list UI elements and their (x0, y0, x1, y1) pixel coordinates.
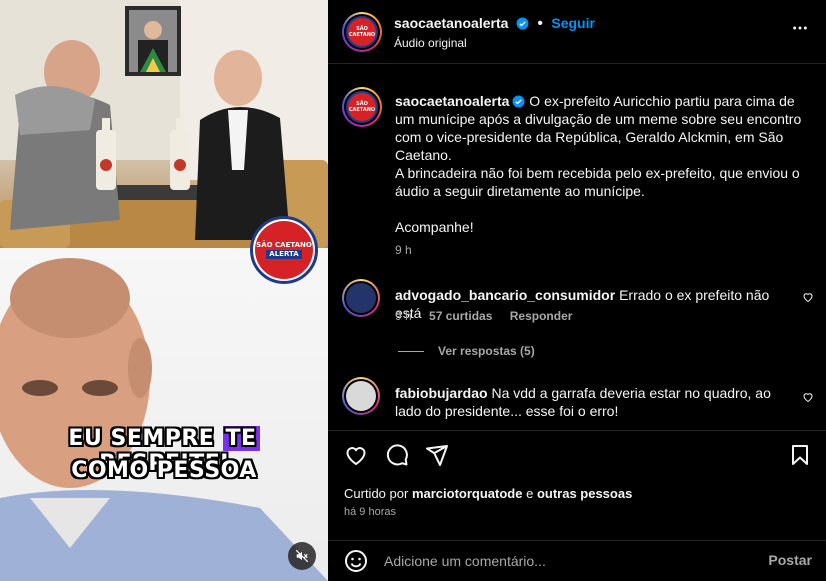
liked-conjunction: e (526, 486, 534, 501)
commenter-avatar[interactable] (342, 279, 380, 317)
more-options-icon (793, 26, 807, 30)
share-button[interactable] (425, 443, 449, 472)
meeting-photo-illustration (0, 0, 328, 248)
author-username[interactable]: saocaetanoalerta (394, 15, 508, 31)
comment-2-username[interactable]: fabiobujardao (395, 385, 488, 401)
caption-paragraph-3: Acompanhe! (395, 219, 474, 235)
caption-time[interactable]: 9 h (395, 243, 412, 257)
dot-separator: • (537, 15, 543, 32)
commenter-avatar[interactable] (342, 377, 380, 415)
comment-input[interactable] (384, 549, 754, 573)
original-audio-link[interactable]: Áudio original (394, 36, 467, 50)
logo-text-top: SÃO CAETANO (256, 241, 312, 249)
share-icon (426, 445, 448, 466)
comment-2-text: fabiobujardao Na vdd a garrafa deveria e… (395, 384, 795, 420)
comments-section: SÃO CAETANO saocaetanoalerta O ex-prefeit… (328, 65, 826, 429)
verified-badge-icon (516, 17, 529, 30)
bookmark-icon (792, 445, 808, 465)
save-button[interactable] (788, 443, 812, 472)
heart-icon (803, 293, 813, 303)
comment-1-likes[interactable]: 57 curtidas (429, 309, 492, 323)
liked-prefix: Curtido por (344, 486, 409, 501)
liked-others-link[interactable]: outras pessoas (537, 486, 632, 501)
man-closeup-illustration (0, 258, 328, 581)
comment-2-like-button[interactable] (802, 390, 814, 408)
comment-1-username[interactable]: advogado_bancario_consumidor (395, 287, 615, 303)
view-replies-label: Ver respostas (5) (438, 344, 535, 358)
view-replies-button[interactable]: Ver respostas (5) (398, 344, 535, 358)
more-options-button[interactable] (792, 20, 808, 41)
add-comment-bar: Postar (328, 540, 826, 581)
like-button[interactable] (344, 443, 368, 472)
meeting-photo (0, 0, 328, 248)
follow-button[interactable]: Seguir (551, 15, 595, 31)
man-closeup-photo (0, 248, 328, 581)
author-avatar[interactable]: SÃO CAETANO (342, 12, 382, 52)
replies-divider (398, 350, 424, 352)
saocaetano-alerta-logo: SÃO CAETANO ALERTA (250, 216, 318, 284)
caption-paragraph-2: A brincadeira não foi bem recebida pelo … (395, 165, 800, 199)
post-timestamp[interactable]: há 9 horas (344, 506, 396, 518)
verified-badge-icon (512, 95, 525, 108)
emoji-icon (345, 550, 367, 572)
mute-button[interactable] (288, 542, 316, 570)
post-caption: saocaetanoalerta O ex-prefeito Auricchio… (395, 92, 815, 164)
liked-user-link[interactable]: marciotorquatode (412, 486, 523, 501)
heart-icon (346, 447, 366, 466)
comment-icon (386, 444, 408, 466)
logo-text-bottom: ALERTA (266, 250, 302, 259)
post-detail-panel: SÃO CAETANO saocaetanoalerta • Seguir Áud… (328, 0, 826, 581)
meme-caption-line2: COMO PESSOA (71, 458, 257, 483)
heart-icon (803, 393, 813, 403)
liked-by-text: Curtido por marciotorquatode e outras pe… (344, 486, 632, 501)
comment-1-meta: 9 h 57 curtidas Responder (395, 309, 572, 323)
comment-1-like-button[interactable] (802, 290, 814, 308)
post-comment-button[interactable]: Postar (768, 552, 812, 568)
post-actions: Curtido por marciotorquatode e outras pe… (328, 430, 826, 540)
post-header: SÃO CAETANO saocaetanoalerta • Seguir Áud… (328, 0, 826, 64)
post-media[interactable]: SÃO CAETANO ALERTA EU SEMPRE TE RESPEITE… (0, 0, 328, 581)
caption-text-a: EU SEMPRE (68, 426, 215, 451)
comment-1-time[interactable]: 9 h (395, 309, 412, 323)
emoji-button[interactable] (344, 549, 368, 578)
speaker-muted-icon (295, 549, 309, 563)
caption-highlight: TE (222, 426, 260, 451)
comment-1-reply-button[interactable]: Responder (510, 309, 573, 323)
comment-button[interactable] (385, 443, 409, 472)
caption-username[interactable]: saocaetanoalerta (395, 93, 509, 109)
caption-author-avatar[interactable]: SÃO CAETANO (342, 87, 382, 127)
